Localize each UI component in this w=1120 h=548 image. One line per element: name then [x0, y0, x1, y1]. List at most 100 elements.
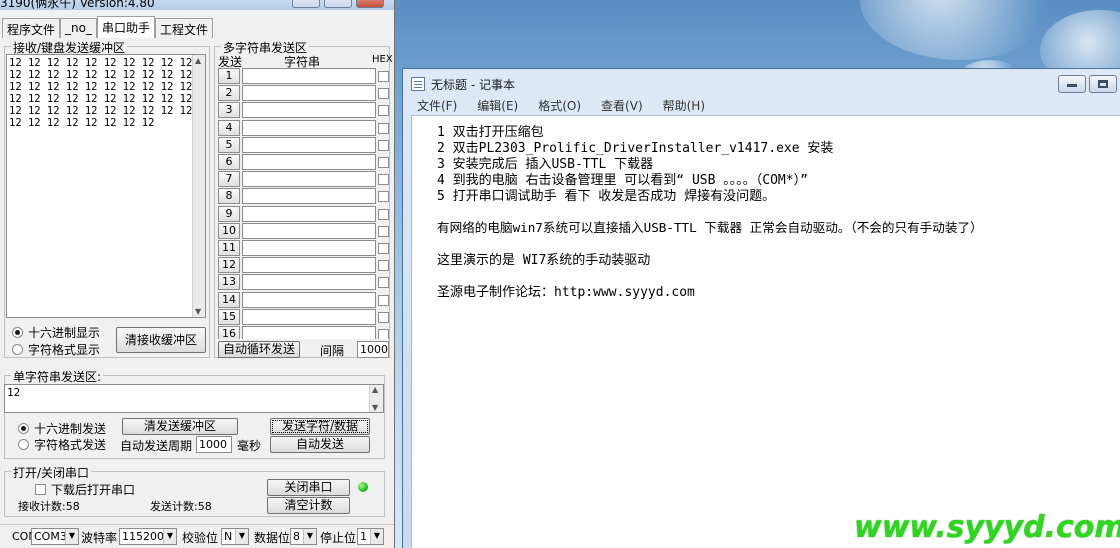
multi-send-hex-checkbox[interactable]: [378, 174, 389, 186]
databits-select[interactable]: 8 ▼: [290, 528, 317, 545]
char-display-label: 字符格式显示: [28, 343, 101, 357]
multi-send-row-button[interactable]: 16: [218, 326, 240, 339]
notepad-maximize-button[interactable]: [1089, 75, 1117, 93]
multi-send-row: 8: [218, 188, 390, 205]
chevron-down-icon[interactable]: ▼: [65, 529, 78, 544]
single-send-legend: 单字符串发送区:: [11, 368, 104, 385]
notepad-text-area[interactable]: 1 双击打开压缩包 2 双击PL2303_Prolific_DriverInst…: [411, 115, 1120, 548]
port-status-led-icon: [358, 482, 368, 492]
multi-send-hex-checkbox[interactable]: [378, 277, 389, 289]
multi-send-hex-checkbox[interactable]: [378, 71, 389, 82]
char-display-radio[interactable]: 字符格式显示: [12, 341, 100, 358]
multi-send-row-button[interactable]: 6: [218, 154, 240, 170]
baud-select[interactable]: 115200 ▼: [119, 528, 177, 545]
multi-send-hex-checkbox[interactable]: [378, 243, 389, 254]
menu-help[interactable]: 帮助(H): [663, 97, 705, 115]
multi-send-row-button[interactable]: 1: [218, 68, 240, 84]
multi-send-row-button[interactable]: 3: [218, 102, 240, 119]
multi-send-string-input[interactable]: [242, 257, 376, 274]
multi-send-hex-checkbox[interactable]: [378, 105, 389, 117]
notepad-minimize-button[interactable]: [1058, 75, 1086, 93]
multi-send-hex-checkbox[interactable]: [378, 311, 389, 323]
multi-send-hex-checkbox[interactable]: [378, 157, 389, 168]
notepad-menubar: 文件(F) 编辑(E) 格式(O) 查看(V) 帮助(H): [411, 97, 1120, 115]
menu-edit[interactable]: 编辑(E): [477, 97, 518, 115]
menu-format[interactable]: 格式(O): [538, 97, 581, 115]
multi-send-row-button[interactable]: 7: [218, 171, 240, 188]
chevron-down-icon[interactable]: ▼: [370, 529, 383, 544]
multi-send-string-input[interactable]: [242, 291, 376, 308]
single-send-input[interactable]: 12: [4, 384, 384, 413]
multi-send-row: 2: [218, 85, 390, 102]
multi-send-row-button[interactable]: 15: [218, 308, 240, 325]
multi-send-hex-checkbox[interactable]: [378, 122, 389, 134]
multi-send-string-input[interactable]: [242, 85, 376, 102]
receive-count: 接收计数:58: [18, 500, 80, 513]
multi-send-string-input[interactable]: [242, 136, 376, 153]
minimize-icon: [1067, 84, 1077, 87]
multi-send-row: 15: [218, 308, 390, 326]
multi-send-string-input[interactable]: [242, 68, 376, 84]
radio-dot-icon: [18, 439, 29, 450]
multi-send-hex-checkbox[interactable]: [378, 88, 389, 100]
auto-period-input[interactable]: 1000: [196, 436, 232, 453]
chevron-down-icon[interactable]: ▼: [303, 529, 316, 544]
multi-send-string-input[interactable]: [242, 205, 376, 222]
chevron-down-icon[interactable]: ▼: [163, 529, 176, 544]
com-select[interactable]: COM3 ▼: [31, 528, 79, 545]
multi-send-string-input[interactable]: [242, 308, 376, 325]
multi-send-string-input[interactable]: [242, 119, 376, 136]
multi-send-hex-checkbox[interactable]: [378, 294, 389, 306]
auto-send-button[interactable]: 自动发送: [270, 436, 370, 453]
multi-send-row-button[interactable]: 14: [218, 291, 240, 308]
stopbits-select[interactable]: 1 ▼: [357, 528, 384, 545]
single-send-scrollbar[interactable]: ▲ ▼: [369, 385, 383, 412]
open-after-download-checkbox[interactable]: 下载后打开串口: [35, 481, 135, 498]
menu-view[interactable]: 查看(V): [601, 97, 643, 115]
multi-send-row-button[interactable]: 4: [218, 119, 240, 136]
multi-send-row-button[interactable]: 2: [218, 85, 240, 102]
multi-send-string-input[interactable]: [242, 171, 376, 188]
notepad-titlebar[interactable]: 无标题 - 记事本: [403, 69, 1120, 97]
stopbits-label: 停止位: [320, 531, 357, 545]
multi-send-hex-checkbox[interactable]: [378, 208, 389, 220]
maximize-icon: [1098, 80, 1108, 88]
multi-send-hex-checkbox[interactable]: [378, 225, 389, 237]
multi-send-row-button[interactable]: 5: [218, 136, 240, 153]
multi-send-row-button[interactable]: 11: [218, 240, 240, 256]
auto-loop-send-button[interactable]: 自动循环发送: [218, 341, 300, 358]
clear-send-button[interactable]: 清发送缓冲区: [122, 418, 238, 435]
multi-send-row-button[interactable]: 10: [218, 222, 240, 239]
multi-send-row: 3: [218, 102, 390, 119]
serial-tool-window: 3190(俩永午) Version:4.80 程序文件 _no_ 串口助手 工程…: [0, 0, 395, 548]
close-port-button[interactable]: 关闭串口: [267, 479, 350, 496]
clear-count-button[interactable]: 清空计数: [267, 497, 350, 514]
multi-send-row-button[interactable]: 12: [218, 257, 240, 274]
hex-send-radio[interactable]: 十六进制发送: [18, 420, 106, 437]
send-data-button[interactable]: 发送字符/数据: [270, 418, 370, 435]
multi-send-row-button[interactable]: 8: [218, 188, 240, 205]
chevron-down-icon[interactable]: ▼: [235, 529, 248, 544]
checkbox-icon: [35, 484, 46, 495]
multi-send-hex-checkbox[interactable]: [378, 329, 389, 339]
multi-send-string-input[interactable]: [242, 154, 376, 170]
multi-send-hex-checkbox[interactable]: [378, 139, 389, 151]
multi-send-string-input[interactable]: [242, 326, 376, 339]
scroll-up-icon[interactable]: ▲: [372, 385, 378, 394]
parity-select[interactable]: N ▼: [221, 528, 249, 545]
multi-send-row-button[interactable]: 13: [218, 274, 240, 291]
baud-value: 115200: [122, 530, 164, 543]
multi-send-row-button[interactable]: 9: [218, 205, 240, 222]
multi-send-string-input[interactable]: [242, 274, 376, 291]
multi-send-string-input[interactable]: [242, 188, 376, 205]
multi-send-string-input[interactable]: [242, 102, 376, 119]
multi-send-hex-checkbox[interactable]: [378, 260, 389, 272]
menu-file[interactable]: 文件(F): [417, 97, 457, 115]
multi-send-string-input[interactable]: [242, 240, 376, 256]
char-send-radio[interactable]: 字符格式发送: [18, 436, 106, 453]
interval-input[interactable]: 1000: [357, 341, 389, 358]
notepad-title: 无标题 - 记事本: [431, 78, 515, 92]
multi-send-string-input[interactable]: [242, 222, 376, 239]
scroll-down-icon[interactable]: ▼: [372, 403, 378, 412]
multi-send-hex-checkbox[interactable]: [378, 191, 389, 203]
